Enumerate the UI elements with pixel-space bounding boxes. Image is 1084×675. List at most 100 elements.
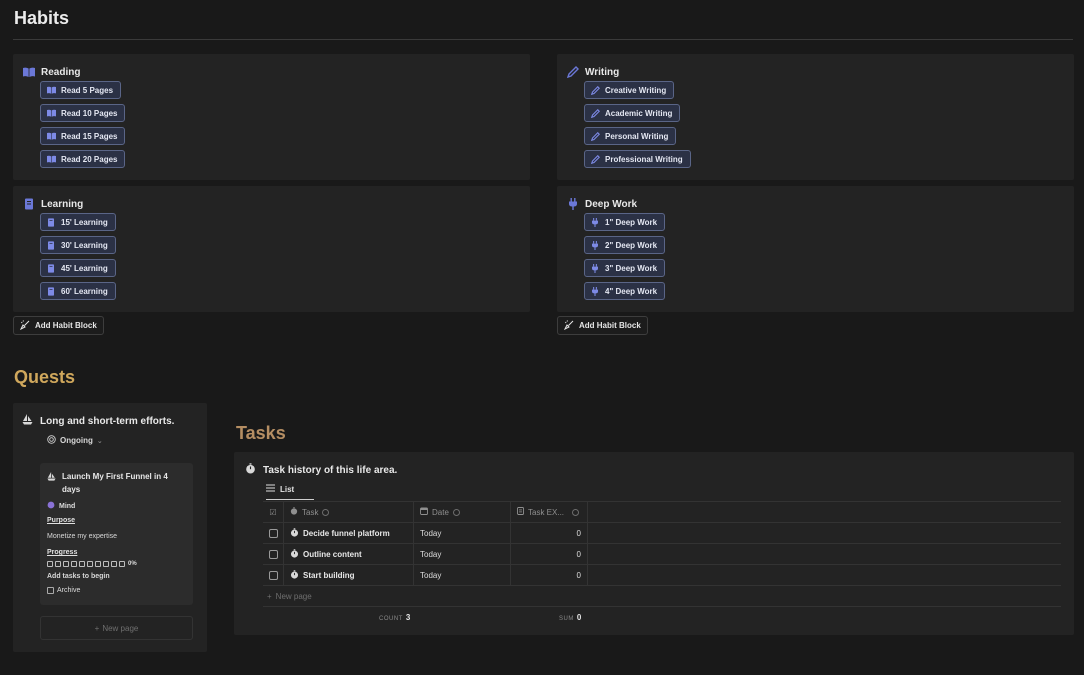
info-icon [322, 508, 330, 516]
book-icon [23, 66, 35, 78]
area-tag: Mind [47, 501, 75, 511]
task-date: Today [414, 565, 511, 585]
view-tab-list[interactable]: List [266, 484, 294, 494]
habit-block-title[interactable]: Deep Work [567, 198, 637, 210]
tasks-view: Task history of this life area. List ☑ T… [234, 452, 1074, 635]
plug-icon [591, 286, 600, 296]
habit-chip[interactable]: Personal Writing [584, 127, 677, 145]
broom-icon [19, 319, 30, 332]
habit-chip[interactable]: Professional Writing [584, 150, 691, 168]
habit-chip[interactable]: 4" Deep Work [584, 282, 666, 300]
status-filter[interactable]: Ongoing ⌄ [47, 435, 103, 446]
task-date: Today [414, 523, 511, 543]
book-icon [47, 86, 56, 95]
notebook-icon [47, 286, 56, 296]
purpose-label: Purpose [47, 517, 76, 524]
habit-block-title[interactable]: Reading [23, 66, 80, 78]
pen-icon [591, 131, 600, 141]
book-icon [47, 109, 56, 118]
sum-summary[interactable]: SUM 0 [559, 613, 582, 622]
checkbox[interactable] [47, 587, 54, 594]
habit-chip[interactable]: 1" Deep Work [584, 213, 666, 231]
add-habit-block-button[interactable]: Add Habit Block [13, 316, 104, 335]
habit-chip[interactable]: 60' Learning [40, 282, 116, 300]
progress-bar: 0% [47, 561, 137, 567]
table-summary: COUNT 3 SUM 0 [263, 606, 1061, 626]
table-row[interactable]: Outline content Today 0 [263, 543, 1061, 564]
book-icon [47, 155, 56, 164]
habit-chip[interactable]: Read 15 Pages [40, 127, 126, 145]
new-page-row[interactable]: + New page [263, 585, 1061, 606]
progress-label: Progress [47, 549, 78, 556]
notebook-icon [23, 198, 35, 210]
checkbox-icon: ☑ [269, 507, 277, 517]
task-name[interactable]: Start building [303, 571, 355, 580]
broom-icon [563, 319, 574, 332]
calendar-icon [420, 507, 428, 517]
column-date[interactable]: Date [414, 502, 511, 522]
habit-block-reading: Reading Read 5 Pages Read 10 Pages Read … [13, 54, 530, 180]
plug-icon [591, 217, 600, 227]
info-icon [452, 508, 460, 516]
row-checkbox[interactable] [268, 549, 278, 559]
active-tab-underline [266, 499, 314, 500]
stopwatch-icon [290, 507, 298, 517]
habit-chip[interactable]: Creative Writing [584, 81, 675, 99]
column-task-exp[interactable]: Task EX... [511, 502, 588, 522]
habit-chip[interactable]: 45' Learning [40, 259, 116, 277]
new-page-button[interactable]: + New page [40, 616, 193, 640]
stopwatch-icon [290, 569, 299, 581]
table-row[interactable]: Start building Today 0 [263, 564, 1061, 585]
row-checkbox[interactable] [268, 570, 278, 580]
row-checkbox[interactable] [268, 528, 278, 538]
habit-chip[interactable]: 30' Learning [40, 236, 116, 254]
count-summary[interactable]: COUNT 3 [379, 613, 411, 622]
list-icon [266, 484, 275, 494]
notebook-icon [47, 263, 56, 273]
quest-card[interactable]: Launch My First Funnel in 4 days Mind Pu… [40, 463, 193, 605]
notebook-icon [47, 217, 56, 227]
quests-heading: Quests [14, 367, 76, 387]
stopwatch-icon [290, 527, 299, 539]
plus-icon: + [94, 623, 100, 633]
info-icon [572, 508, 580, 516]
sailboat-icon [47, 470, 56, 496]
pen-icon [591, 85, 600, 95]
habit-block-learning: Learning 15' Learning 30' Learning 45' L… [13, 186, 530, 312]
habit-chip[interactable]: Read 10 Pages [40, 104, 126, 122]
habit-chip[interactable]: Academic Writing [584, 104, 681, 122]
habit-chip[interactable]: Read 5 Pages [40, 81, 122, 99]
target-icon [47, 435, 56, 446]
habit-chip[interactable]: 2" Deep Work [584, 236, 666, 254]
book-icon [47, 132, 56, 141]
habit-block-title[interactable]: Learning [23, 198, 83, 210]
sailboat-icon [22, 414, 33, 428]
habit-chip[interactable]: 3" Deep Work [584, 259, 666, 277]
quest-title: Launch My First Funnel in 4 days [62, 472, 168, 494]
table-row[interactable]: Decide funnel platform Today 0 [263, 522, 1061, 543]
tasks-view-title[interactable]: Task history of this life area. [245, 463, 397, 477]
plus-icon: + [267, 591, 272, 601]
tasks-heading: Tasks [236, 423, 286, 443]
habit-chip[interactable]: 15' Learning [40, 213, 116, 231]
task-name[interactable]: Decide funnel platform [303, 529, 390, 538]
tasks-table: ☑ Task Date Task EX... Decide funnel pla… [263, 501, 1061, 626]
task-name[interactable]: Outline content [303, 550, 362, 559]
select-all-checkbox[interactable]: ☑ [263, 502, 284, 522]
plug-icon [567, 198, 579, 210]
column-task[interactable]: Task [284, 502, 414, 522]
notebook-icon [47, 240, 56, 250]
add-habit-block-button[interactable]: Add Habit Block [557, 316, 648, 335]
stopwatch-icon [245, 463, 256, 477]
task-date: Today [414, 544, 511, 564]
progress-note: Add tasks to begin [47, 573, 110, 580]
formula-icon [517, 507, 524, 517]
task-exp: 0 [511, 565, 588, 585]
habit-block-writing: Writing Creative Writing Academic Writin… [557, 54, 1074, 180]
archive-checkbox[interactable]: Archive [47, 587, 80, 594]
habit-chip[interactable]: Read 20 Pages [40, 150, 126, 168]
quests-view: Long and short-term efforts. Ongoing ⌄ L… [13, 403, 207, 652]
plug-icon [591, 263, 600, 273]
habit-block-title[interactable]: Writing [567, 66, 619, 78]
quests-view-title[interactable]: Long and short-term efforts. [22, 414, 174, 428]
